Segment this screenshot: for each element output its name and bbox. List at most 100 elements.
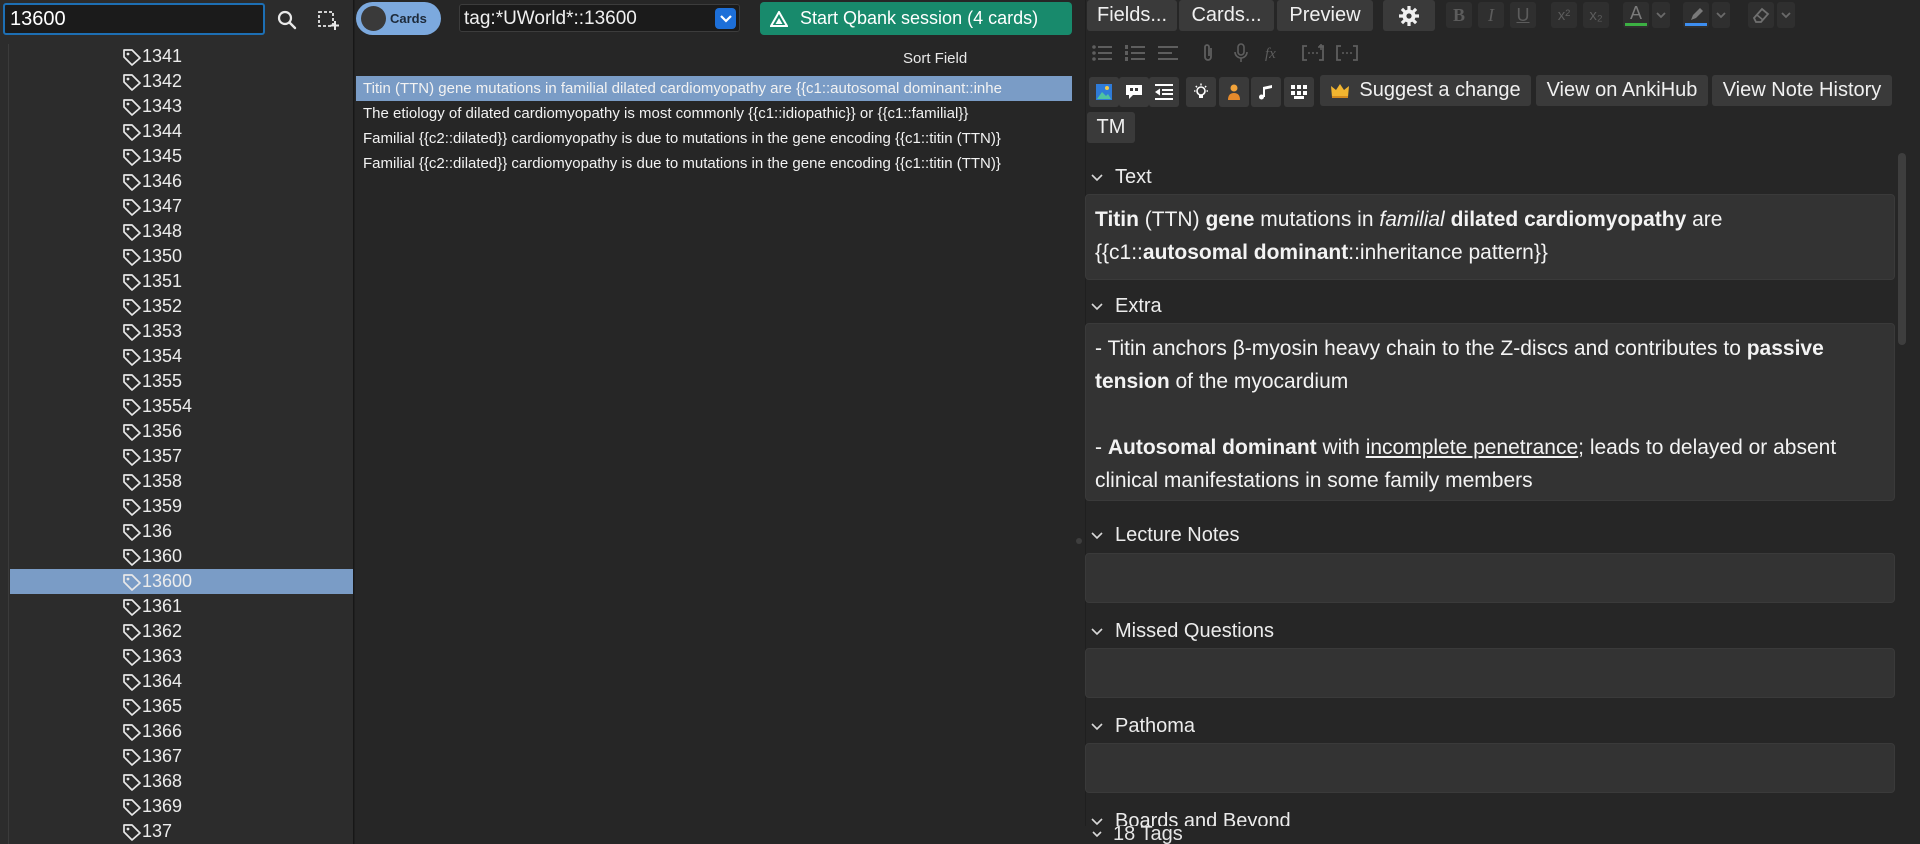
text-field-editor[interactable]: Titin (TTN) gene mutations in familial d… (1085, 194, 1895, 280)
view-on-ankihub-button[interactable]: View on AnkiHub (1536, 75, 1708, 106)
tag-tree-item[interactable]: 1351 (10, 269, 354, 294)
column-header-sort-field[interactable]: Sort Field (903, 50, 967, 67)
cloze-same-icon[interactable] (1334, 40, 1360, 66)
eraser-dropdown[interactable] (1777, 2, 1795, 28)
tag-tree-item[interactable]: 1355 (10, 369, 354, 394)
search-query-select[interactable]: tag:*UWorld*::13600 (459, 4, 740, 32)
tag-tree-item[interactable]: 1356 (10, 419, 354, 444)
lightbulb-icon[interactable] (1186, 77, 1216, 107)
image-occlusion-icon[interactable] (1089, 77, 1119, 107)
editor-scrollbar[interactable] (1898, 153, 1906, 345)
highlight-color-dropdown[interactable] (1712, 2, 1730, 28)
tag-icon (122, 723, 142, 741)
sidebar-search-input[interactable] (3, 3, 265, 35)
tag-tree-item[interactable]: 1359 (10, 494, 354, 519)
missed-questions-field-editor[interactable] (1085, 648, 1895, 698)
music-note-icon[interactable] (1251, 77, 1281, 107)
tag-tree-item-label: 1352 (142, 296, 183, 316)
table-row[interactable]: Titin (TTN) gene mutations in familial d… (356, 76, 1072, 101)
view-note-history-button[interactable]: View Note History (1712, 75, 1892, 106)
select-area-icon[interactable] (312, 5, 344, 35)
field-label-extra[interactable]: Extra (1085, 295, 1162, 318)
tag-tree-item[interactable]: 1369 (10, 794, 354, 819)
tag-tree-item[interactable]: 1346 (10, 169, 354, 194)
chevron-down-icon[interactable] (715, 8, 736, 29)
tag-tree-item[interactable]: 1362 (10, 619, 354, 644)
text-span: gene (1205, 208, 1255, 231)
search-icon[interactable] (271, 5, 303, 35)
tag-tree-item[interactable]: 1345 (10, 144, 354, 169)
field-label-text[interactable]: Text (1085, 166, 1152, 189)
tag-tree-item[interactable]: 1344 (10, 119, 354, 144)
tag-tree-item[interactable]: 1363 (10, 644, 354, 669)
field-label-pathoma[interactable]: Pathoma (1085, 715, 1195, 738)
tag-tree-item[interactable]: 1343 (10, 94, 354, 119)
field-label-lecture-notes[interactable]: Lecture Notes (1085, 524, 1240, 547)
preview-button[interactable]: Preview (1277, 0, 1373, 31)
tag-tree-item[interactable]: 1352 (10, 294, 354, 319)
tag-tree-item[interactable]: 1348 (10, 219, 354, 244)
chevron-right-icon[interactable] (1091, 828, 1103, 840)
subscript-button[interactable]: x₂ (1583, 2, 1609, 28)
tag-tree-item[interactable]: 13600 (10, 569, 353, 594)
tag-tree-item[interactable]: 1342 (10, 69, 354, 94)
tm-button[interactable]: TM (1087, 112, 1135, 143)
tag-tree-item[interactable]: 1357 (10, 444, 354, 469)
anki-hub-icon[interactable] (1284, 77, 1314, 107)
highlight-color-button[interactable] (1683, 2, 1709, 28)
field-label-missed-questions[interactable]: Missed Questions (1085, 620, 1274, 643)
fields-button[interactable]: Fields... (1087, 0, 1177, 31)
tag-tree-item[interactable]: 1354 (10, 344, 354, 369)
lecture-notes-field-editor[interactable] (1085, 553, 1895, 603)
pane-splitter-handle[interactable] (1076, 538, 1082, 544)
microphone-icon[interactable] (1228, 40, 1254, 66)
tag-tree-item[interactable]: 1361 (10, 594, 354, 619)
cloze-icon[interactable] (1300, 40, 1326, 66)
pathoma-field-editor[interactable] (1085, 743, 1895, 793)
attach-icon[interactable] (1195, 40, 1221, 66)
tag-tree-item[interactable]: 136 (10, 519, 354, 544)
table-row[interactable]: Familial {{c2::dilated}} cardiomyopathy … (356, 126, 1072, 151)
superscript-button[interactable]: x² (1551, 2, 1577, 28)
tags-count-label[interactable]: 18 Tags (1113, 823, 1183, 844)
tag-tree-item[interactable]: 1364 (10, 669, 354, 694)
cards-button[interactable]: Cards... (1179, 0, 1274, 31)
function-icon[interactable]: fx (1262, 40, 1288, 66)
outdent-icon[interactable] (1149, 77, 1179, 107)
gear-button[interactable] (1383, 0, 1435, 31)
font-color-dropdown[interactable] (1652, 2, 1670, 28)
eraser-icon[interactable] (1748, 2, 1774, 28)
tag-tree-item[interactable]: 1353 (10, 319, 354, 344)
comment-icon[interactable] (1119, 77, 1149, 107)
ordered-list-icon[interactable] (1122, 40, 1148, 66)
tag-tree-item[interactable]: 13554 (10, 394, 354, 419)
tag-tree-item[interactable]: 1368 (10, 769, 354, 794)
tag-tree-item[interactable]: 1360 (10, 544, 354, 569)
cards-notes-toggle[interactable]: Cards (356, 2, 441, 35)
tag-tree-item[interactable]: 1341 (10, 44, 354, 69)
person-icon[interactable] (1219, 77, 1249, 107)
chevron-down-icon (1091, 627, 1115, 636)
suggest-change-button[interactable]: Suggest a change (1320, 75, 1531, 106)
tag-tree-item[interactable]: 1350 (10, 244, 354, 269)
tag-tree-item[interactable]: 1358 (10, 469, 354, 494)
underline-button[interactable]: U (1510, 2, 1536, 28)
extra-field-editor[interactable]: - Titin anchors β-myosin heavy chain to … (1085, 323, 1895, 501)
tag-tree-item[interactable]: 1347 (10, 194, 354, 219)
unordered-list-icon[interactable] (1089, 40, 1115, 66)
tag-icon (122, 773, 142, 791)
italic-button[interactable]: I (1478, 2, 1504, 28)
tag-tree-item[interactable]: 1367 (10, 744, 354, 769)
table-row[interactable]: The etiology of dilated cardiomyopathy i… (356, 101, 1072, 126)
align-icon[interactable] (1155, 40, 1181, 66)
tag-tree-item-label: 1361 (142, 596, 183, 616)
text-span: mutations in (1254, 208, 1380, 231)
bold-button[interactable]: B (1446, 2, 1472, 28)
table-row[interactable]: Familial {{c2::dilated}} cardiomyopathy … (356, 151, 1072, 176)
font-color-button[interactable]: A (1623, 2, 1649, 28)
tag-tree-item[interactable]: 1366 (10, 719, 354, 744)
tag-tree-item[interactable]: 1365 (10, 694, 354, 719)
tag-icon (122, 373, 142, 391)
tag-tree-item[interactable]: 137 (10, 819, 354, 844)
start-qbank-button[interactable]: Start Qbank session (4 cards) (760, 2, 1072, 35)
